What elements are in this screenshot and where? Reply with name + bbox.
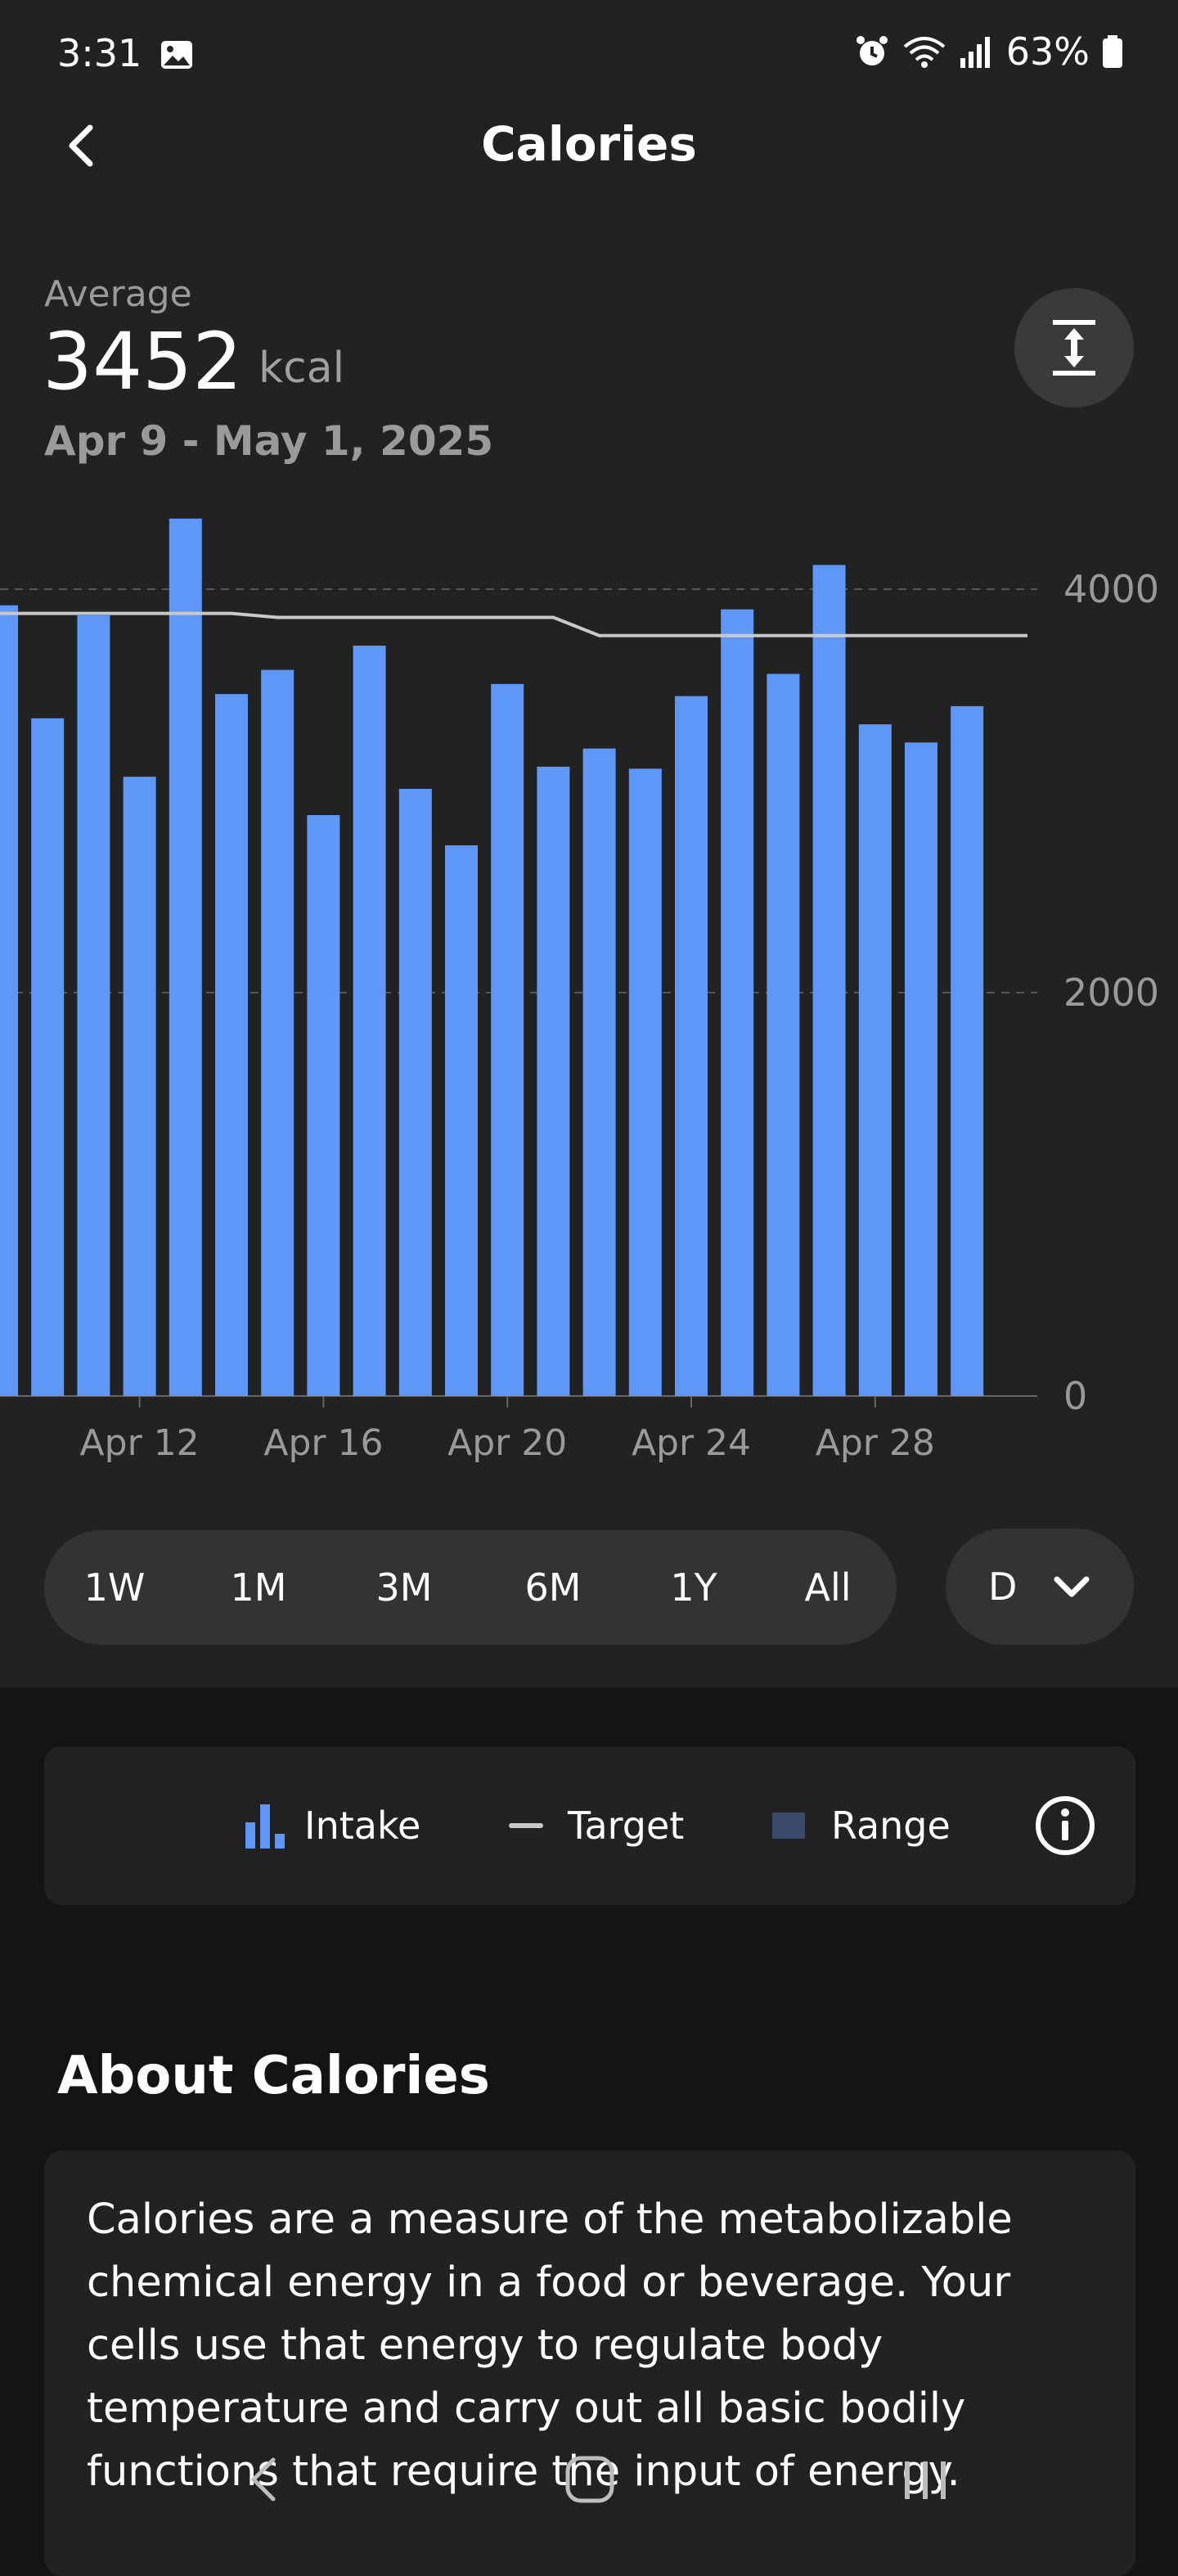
intake-bar — [261, 669, 294, 1396]
home-nav-icon[interactable] — [564, 2455, 615, 2504]
intake-bar — [491, 683, 524, 1396]
intake-bar — [721, 609, 754, 1396]
expand-range-button[interactable] — [1014, 288, 1134, 408]
range-option-6m[interactable]: 6M — [496, 1530, 610, 1645]
y-tick-label: 2000 — [1063, 971, 1159, 1015]
range-option-1y[interactable]: 1Y — [636, 1530, 751, 1645]
gallery-icon — [161, 41, 192, 69]
intake-bar — [812, 565, 846, 1396]
intake-bar — [582, 748, 616, 1396]
legend-range-label: Range — [831, 1804, 951, 1848]
date-range: Apr 9 - May 1, 2025 — [44, 417, 494, 465]
x-tick-label: Apr 16 — [263, 1422, 383, 1464]
legend-card: Intake Target Range — [44, 1746, 1135, 1905]
intake-bar — [353, 646, 386, 1396]
target-line — [0, 611, 1027, 637]
wifi-6e-icon — [903, 37, 946, 68]
recents-nav-icon[interactable] — [900, 2455, 952, 2504]
calorie-chart: 4000 2000 0 Apr 12 Apr 16 Apr 20 Apr 24 Apr 28 — [0, 518, 1159, 1464]
y-tick-label: 4000 — [1063, 567, 1159, 611]
legend-target-label: Target — [568, 1804, 685, 1848]
bar-chart-icon — [245, 1804, 285, 1849]
info-icon — [1036, 1796, 1095, 1855]
about-card: Calories are a measure of the metaboliza… — [44, 2150, 1135, 2576]
x-tick-label: Apr 12 — [80, 1422, 200, 1464]
status-time: 3:31 — [57, 31, 142, 75]
info-button[interactable] — [1034, 1746, 1096, 1905]
intake-bar — [628, 768, 662, 1396]
intake-bar — [398, 789, 432, 1396]
intake-bar — [767, 673, 800, 1396]
page-title: Calories — [481, 116, 697, 172]
intake-bar — [445, 845, 478, 1396]
granularity-value: D — [988, 1565, 1018, 1609]
intake-bar — [858, 724, 892, 1396]
legend-intake: Intake — [244, 1746, 420, 1905]
x-tick-label: Apr 20 — [447, 1422, 567, 1464]
intake-bar — [951, 705, 984, 1396]
legend-range: Range — [771, 1746, 951, 1905]
intake-bar — [77, 615, 110, 1396]
expand-vertical-icon — [1053, 320, 1095, 376]
average-value: 3452 — [43, 316, 243, 408]
average-unit: kcal — [259, 344, 345, 393]
range-option-all[interactable]: All — [771, 1530, 885, 1645]
intake-bar — [215, 694, 248, 1396]
time-range-selector: 1W 1M 3M 6M 1Y All — [44, 1530, 897, 1645]
legend-target: Target — [507, 1746, 684, 1905]
x-tick-label: Apr 24 — [632, 1422, 751, 1464]
intake-bar — [307, 815, 340, 1396]
intake-bar — [31, 718, 65, 1396]
line-icon — [509, 1823, 543, 1828]
range-option-1m[interactable]: 1M — [201, 1530, 316, 1645]
x-tick-label: Apr 28 — [816, 1422, 935, 1464]
back-nav-icon[interactable] — [245, 2455, 281, 2504]
chevron-down-icon — [1054, 1576, 1090, 1597]
intake-bar — [123, 777, 156, 1396]
range-option-3m[interactable]: 3M — [347, 1530, 461, 1645]
battery-percent: 63% — [1005, 29, 1090, 74]
granularity-dropdown[interactable]: D — [946, 1529, 1134, 1645]
range-swatch-icon — [772, 1813, 805, 1839]
intake-bar — [169, 518, 202, 1396]
status-icons: 63% — [854, 29, 1124, 74]
intake-bar — [905, 742, 937, 1396]
average-label: Average — [44, 273, 192, 315]
alarm-icon — [856, 36, 888, 65]
intake-bar — [0, 605, 18, 1396]
signal-icon — [960, 37, 990, 68]
intake-bar — [675, 696, 708, 1396]
range-option-1w[interactable]: 1W — [57, 1530, 172, 1645]
y-tick-label: 0 — [1063, 1374, 1087, 1418]
intake-bar — [537, 766, 570, 1396]
battery-icon — [1103, 35, 1122, 68]
about-title: About Calories — [57, 2046, 490, 2106]
legend-intake-label: Intake — [304, 1804, 421, 1848]
